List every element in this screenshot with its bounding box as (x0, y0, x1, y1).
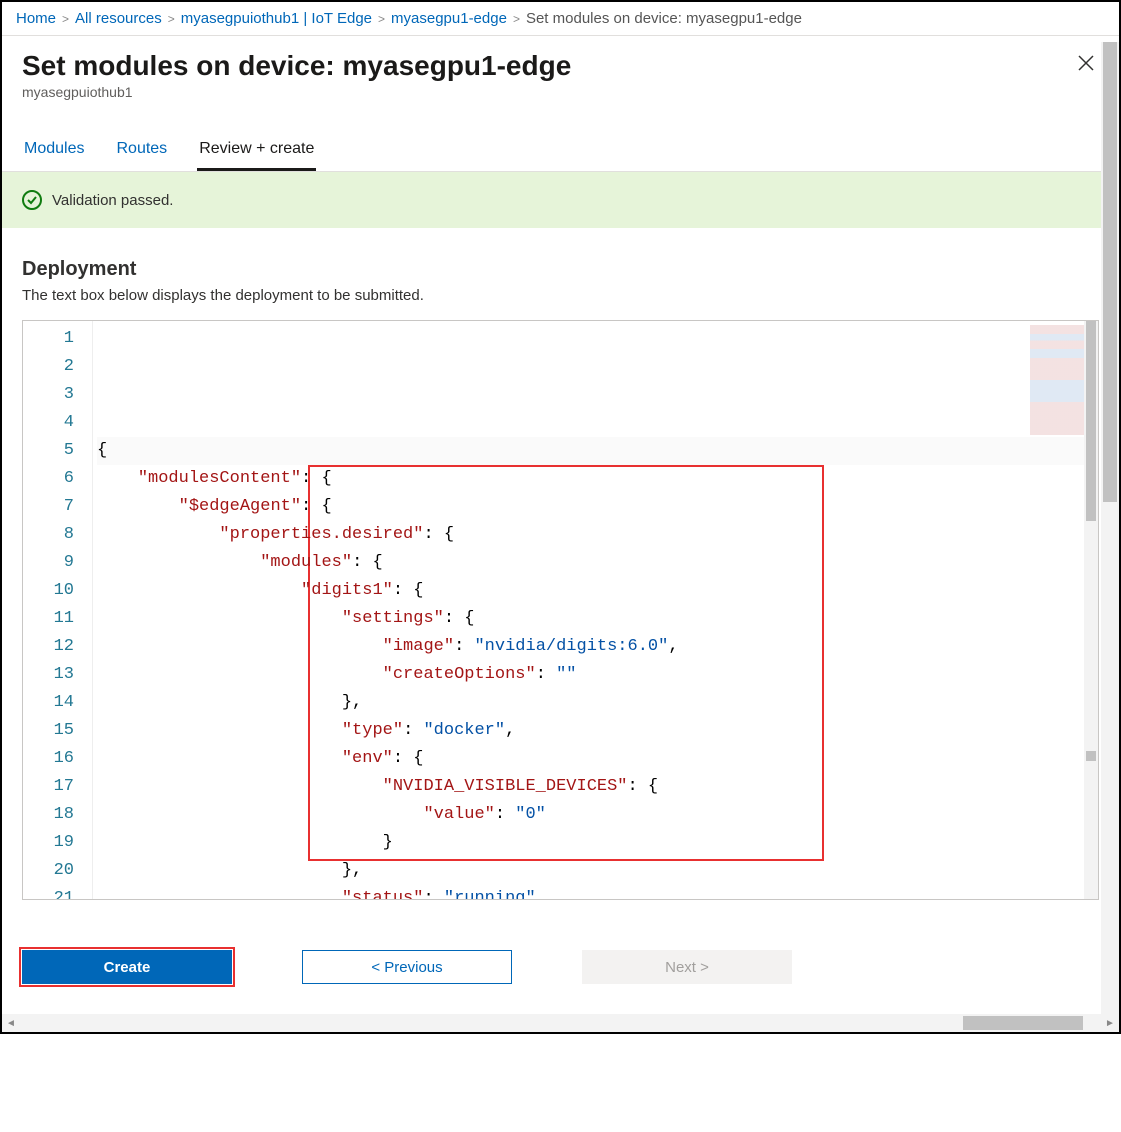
line-number: 10 (23, 577, 74, 605)
deployment-heading: Deployment (22, 258, 1099, 281)
chevron-right-icon: > (378, 12, 385, 26)
close-icon[interactable] (1073, 50, 1099, 80)
page-title: Set modules on device: myasegpu1-edge (22, 50, 571, 82)
editor-gutter: 123456789101112131415161718192021 (23, 321, 93, 899)
editor-content[interactable]: { "modulesContent": { "$edgeAgent": { "p… (93, 321, 1098, 899)
line-number: 18 (23, 801, 74, 829)
scrollbar-thumb[interactable] (1103, 42, 1117, 502)
line-number: 1 (23, 325, 74, 353)
code-line: "digits1": { (97, 577, 1098, 605)
footer-buttons: Create < Previous Next > (2, 920, 1119, 1014)
code-line: "settings": { (97, 605, 1098, 633)
code-line: "env": { (97, 745, 1098, 773)
line-number: 4 (23, 409, 74, 437)
line-number: 2 (23, 353, 74, 381)
line-number: 21 (23, 885, 74, 900)
line-number: 3 (23, 381, 74, 409)
next-button: Next > (582, 950, 792, 984)
code-line: "$edgeAgent": { (97, 493, 1098, 521)
code-line: "type": "docker", (97, 717, 1098, 745)
line-number: 8 (23, 521, 74, 549)
line-number: 20 (23, 857, 74, 885)
scrollbar-marker (1086, 751, 1096, 761)
validation-message: Validation passed. (52, 192, 173, 209)
scrollbar-track[interactable] (20, 1014, 1101, 1032)
breadcrumb-all-resources[interactable]: All resources (75, 10, 162, 27)
create-button[interactable]: Create (22, 950, 232, 984)
tabs: Modules Routes Review + create (2, 130, 1119, 172)
validation-banner: Validation passed. (2, 172, 1119, 228)
line-number: 12 (23, 633, 74, 661)
breadcrumb-current: Set modules on device: myasegpu1-edge (526, 10, 802, 27)
code-line: "createOptions": "" (97, 661, 1098, 689)
tab-review-create[interactable]: Review + create (197, 130, 316, 171)
code-line: }, (97, 689, 1098, 717)
chevron-right-icon: > (168, 12, 175, 26)
page-scrollbar-vertical[interactable] (1101, 42, 1119, 1014)
blade-header: Set modules on device: myasegpu1-edge my… (2, 36, 1119, 110)
breadcrumb: Home > All resources > myasegpuiothub1 |… (2, 2, 1119, 36)
line-number: 19 (23, 829, 74, 857)
page-subtitle: myasegpuiothub1 (22, 84, 571, 100)
line-number: 17 (23, 773, 74, 801)
code-line: "properties.desired": { (97, 521, 1098, 549)
breadcrumb-home[interactable]: Home (16, 10, 56, 27)
page-scrollbar-horizontal[interactable]: ◄ ► (2, 1014, 1119, 1032)
chevron-right-icon: > (62, 12, 69, 26)
line-number: 13 (23, 661, 74, 689)
line-number: 15 (23, 717, 74, 745)
line-number: 6 (23, 465, 74, 493)
scrollbar-thumb[interactable] (963, 1016, 1083, 1030)
editor-scrollbar-vertical[interactable] (1084, 321, 1098, 899)
code-line: "status": "running", (97, 885, 1098, 900)
code-line: "image": "nvidia/digits:6.0", (97, 633, 1098, 661)
breadcrumb-edge-device[interactable]: myasegpu1-edge (391, 10, 507, 27)
scrollbar-thumb[interactable] (1086, 321, 1096, 521)
breadcrumb-iothub[interactable]: myasegpuiothub1 | IoT Edge (181, 10, 372, 27)
line-number: 11 (23, 605, 74, 633)
chevron-right-icon: > (513, 12, 520, 26)
code-line: } (97, 829, 1098, 857)
code-line: { (97, 437, 1098, 465)
code-line: "NVIDIA_VISIBLE_DEVICES": { (97, 773, 1098, 801)
code-line: "value": "0" (97, 801, 1098, 829)
tab-routes[interactable]: Routes (114, 130, 169, 171)
line-number: 7 (23, 493, 74, 521)
app-frame: Home > All resources > myasegpuiothub1 |… (0, 0, 1121, 1034)
scroll-right-icon[interactable]: ► (1101, 1018, 1119, 1029)
editor-minimap[interactable] (1030, 325, 1090, 435)
code-line: "modulesContent": { (97, 465, 1098, 493)
code-line: "modules": { (97, 549, 1098, 577)
json-editor[interactable]: 123456789101112131415161718192021 { "mod… (22, 320, 1099, 900)
line-number: 14 (23, 689, 74, 717)
line-number: 9 (23, 549, 74, 577)
deployment-description: The text box below displays the deployme… (22, 287, 1099, 304)
line-number: 16 (23, 745, 74, 773)
scroll-left-icon[interactable]: ◄ (2, 1018, 20, 1029)
line-number: 5 (23, 437, 74, 465)
checkmark-icon (22, 190, 42, 210)
tab-modules[interactable]: Modules (22, 130, 86, 171)
content-area: Deployment The text box below displays t… (2, 228, 1119, 920)
code-line: }, (97, 857, 1098, 885)
previous-button[interactable]: < Previous (302, 950, 512, 984)
